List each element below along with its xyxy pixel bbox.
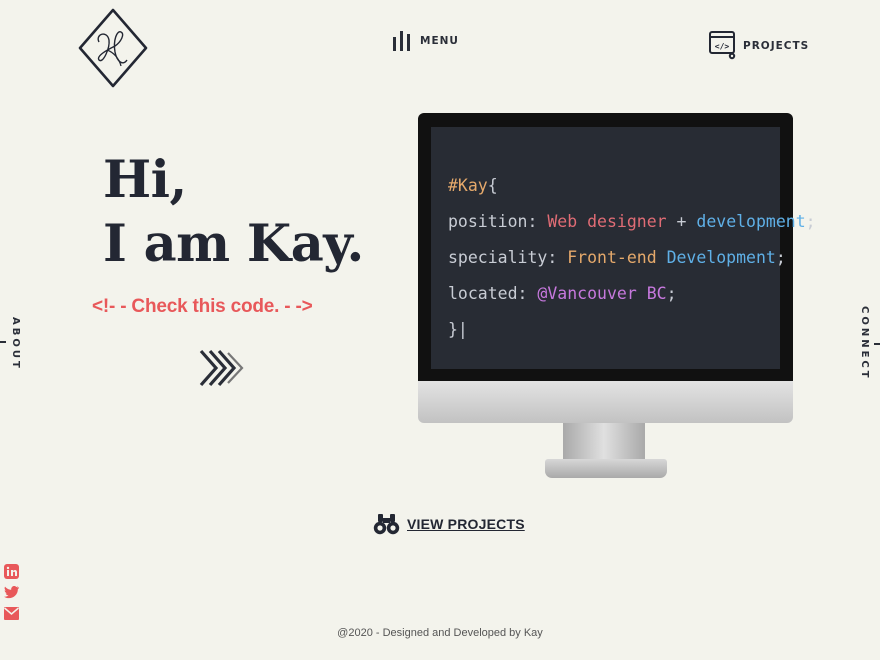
monitor-chin: [418, 381, 793, 423]
chevrons-right-icon[interactable]: [199, 349, 245, 387]
code-screen: #Kay{ position: Web designer + developme…: [431, 127, 816, 369]
check-code-link[interactable]: <!- - Check this code. - ->: [92, 296, 313, 318]
about-side-link[interactable]: ABOUT: [10, 317, 21, 371]
signature-k-diamond-logo-icon: [78, 8, 148, 88]
connect-tick: [874, 343, 880, 345]
menu-label: MENU: [420, 35, 459, 47]
social-links: [4, 563, 19, 621]
code-line-located: located: @Vancouver BC;: [448, 284, 677, 303]
logo[interactable]: [77, 6, 149, 90]
svg-text:</>: </>: [715, 42, 730, 51]
hero-heading: Hi, I am Kay.: [103, 148, 364, 276]
code-line-speciality: speciality: Front-end Development;: [448, 248, 786, 267]
hero-line-1: Hi,: [103, 150, 187, 210]
view-projects-link[interactable]: VIEW PROJECTS: [373, 512, 525, 536]
code-line-close: }|: [448, 320, 468, 339]
code-block: #Kay{ position: Web designer + developme…: [448, 168, 816, 348]
mail-icon[interactable]: [4, 605, 19, 621]
view-projects-label: VIEW PROJECTS: [407, 516, 525, 532]
hero-line-2: I am Kay.: [103, 214, 364, 274]
projects-nav-button[interactable]: </> PROJECTS: [709, 30, 809, 62]
projects-label: PROJECTS: [743, 40, 810, 52]
twitter-icon[interactable]: [4, 584, 19, 600]
code-window-icon: </>: [709, 31, 736, 60]
monitor-bezel: #Kay{ position: Web designer + developme…: [418, 113, 816, 381]
about-tick: [0, 341, 6, 343]
footer-text: @2020 - Designed and Developed by Kay: [337, 627, 543, 639]
monitor-base: [545, 459, 667, 478]
code-line-position: position: Web designer + development;: [448, 212, 816, 231]
connect-side-link[interactable]: CONNECT: [859, 306, 870, 381]
menu-button[interactable]: MENU: [393, 31, 459, 51]
code-line-selector: #Kay{: [448, 176, 498, 195]
monitor-illustration: #Kay{ position: Web designer + developme…: [418, 113, 816, 478]
linkedin-icon[interactable]: [4, 563, 19, 579]
binoculars-icon: [373, 514, 400, 535]
bars-icon: [393, 31, 410, 51]
